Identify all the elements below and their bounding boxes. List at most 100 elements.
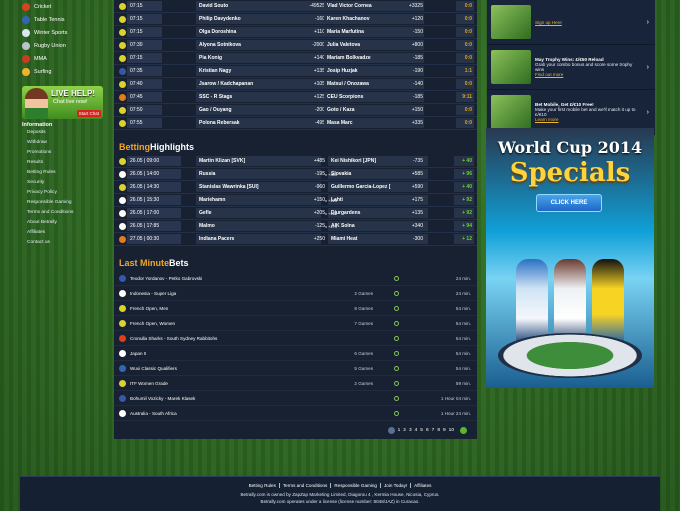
page-link[interactable]: 10 (449, 428, 454, 433)
table-row[interactable]: 07:35 Kristian Nagy +135 Josip Huzjak -190 1:… (114, 65, 477, 78)
event-name[interactable]: Teodor Yordanov - Petko Gabrovski (130, 276, 202, 281)
page-link[interactable]: 7 (432, 428, 435, 433)
footer-link[interactable]: Betting Rules (245, 483, 280, 488)
promo-card[interactable]: May Trophy Wins: £/€50 Reload Grab your c… (487, 45, 655, 90)
info-link[interactable]: Deposits (22, 128, 106, 138)
event-name[interactable]: Japan II (130, 351, 146, 356)
event-away-odd[interactable]: -185 (405, 55, 423, 61)
draw-odd[interactable]: x +300 (325, 172, 337, 177)
table-row[interactable]: 26.05 | 14:00 Russia -195 Slovakia +585 + 96 x… (114, 168, 477, 181)
draw-odd[interactable]: x +225 (325, 198, 337, 203)
highlight-home-odd[interactable]: -125 (307, 223, 325, 229)
table-row[interactable]: 07:15 Philip Davydenko -160 Karen Khachanov… (114, 13, 477, 26)
info-link[interactable]: Responsible Gaming (22, 198, 106, 208)
table-row[interactable]: 07:40 Jsarow / Kadchapanan +105 Matsui / On… (114, 78, 477, 91)
sport-item[interactable]: MMA (22, 52, 106, 65)
highlight-more[interactable]: + 12 (454, 234, 474, 244)
event-home-odd[interactable]: -2000 (307, 42, 325, 48)
page-link[interactable]: 4 (415, 428, 418, 433)
list-item[interactable]: French Open, Women 7 Games 54 min. (114, 316, 477, 331)
promo-card[interactable]: Sign up Here › (487, 0, 655, 45)
highlight-home[interactable]: Martin Klizan [SVK] (196, 156, 321, 166)
info-link[interactable]: Withdraw (22, 138, 106, 148)
list-item[interactable]: ITF Women Grade 2 Games 59 min. (114, 376, 477, 391)
page-link[interactable]: 2 (403, 428, 406, 433)
event-name[interactable]: French Open, Men (130, 306, 168, 311)
highlight-more[interactable]: + 96 (454, 169, 474, 179)
prev-page-icon[interactable] (387, 426, 395, 434)
table-row[interactable]: 07:15 Olga Doroshina +110 Maria Marfutina -1… (114, 26, 477, 39)
draw-odd[interactable]: x +225 (325, 211, 337, 216)
highlight-away-odd[interactable]: +135 (405, 210, 423, 216)
table-row[interactable]: 07:15 David Souto -49525 Vlad Victor Cornea… (114, 0, 477, 13)
chevron-right-icon[interactable]: › (647, 64, 649, 71)
sport-item[interactable]: Table Tennis (22, 13, 106, 26)
event-away-odd[interactable]: +120 (405, 16, 423, 22)
table-row[interactable]: 07:30 Alyona Sotnikova -2000 Julia Valetova… (114, 39, 477, 52)
table-row[interactable]: 07:15 Pia Konig +140 Mariam Bolkvadze -185 0:… (114, 52, 477, 65)
event-home-odd[interactable]: -49525 (307, 3, 325, 9)
highlight-home-odd[interactable]: +150 (307, 197, 325, 203)
list-item[interactable]: Australia - South Africa 1 Hour 24 min. (114, 406, 477, 421)
list-item[interactable]: Teodor Yordanov - Petko Gabrovski 24 min. (114, 271, 477, 286)
table-row[interactable]: 26.05 | 09:00 Martin Klizan [SVK] +485 Kei … (114, 155, 477, 168)
live-help-banner[interactable]: LIVE HELP! Chat live now! Start Chat (22, 86, 103, 119)
event-away-odd[interactable]: -140 (405, 81, 423, 87)
footer-link[interactable]: Responsible Gaming (331, 483, 381, 488)
highlight-more[interactable]: + 92 (454, 208, 474, 218)
highlight-more[interactable]: + 92 (454, 195, 474, 205)
world-cup-banner[interactable]: World Cup 2014 Specials CLICK HERE (486, 128, 654, 388)
sport-item[interactable]: Winter Sports (22, 26, 106, 39)
event-away-odd[interactable]: -150 (405, 29, 423, 35)
highlight-more[interactable]: + 40 (454, 156, 474, 166)
highlight-home-odd[interactable]: -195 (307, 171, 325, 177)
highlight-away-odd[interactable]: -735 (405, 158, 423, 164)
page-link[interactable]: 1 (398, 428, 401, 433)
event-home-odd[interactable]: -160 (307, 16, 325, 22)
highlight-more[interactable]: + 94 (454, 221, 474, 231)
event-away-odd[interactable]: -190 (405, 68, 423, 74)
click-here-button[interactable]: CLICK HERE (536, 194, 602, 212)
next-page-icon[interactable] (460, 426, 467, 434)
highlight-home[interactable]: Gefle (196, 208, 321, 218)
highlight-home[interactable]: Russia (196, 169, 321, 179)
table-row[interactable]: 26.05 | 14:30 Stanislas Wawrinka [SUI] -96… (114, 181, 477, 194)
event-name[interactable]: Australia - South Africa (130, 411, 177, 416)
table-row[interactable]: 07:55 Polona Rebersak -495 Masa Marc +335 0:0 (114, 117, 477, 130)
page-link[interactable]: 5 (420, 428, 423, 433)
event-name[interactable]: Indonesia - Super Liga (130, 291, 176, 296)
list-item[interactable]: Bohumil Vozicky - Marek Klasek 1 Hour 04 … (114, 391, 477, 406)
list-item[interactable]: French Open, Men 8 Games 54 min. (114, 301, 477, 316)
list-item[interactable]: Indonesia - Super Liga 2 Games 24 min. (114, 286, 477, 301)
highlight-home[interactable]: Stanislas Wawrinka [SUI] (196, 182, 321, 192)
table-row[interactable]: 26.05 | 17:85 Malmo -125 AIK Solna +340 + 94 x… (114, 220, 477, 233)
promo-link[interactable]: Learn more (535, 117, 640, 122)
info-link[interactable]: Betting Rules (22, 168, 106, 178)
highlight-away-odd[interactable]: +175 (405, 197, 423, 203)
event-home-odd[interactable]: +105 (307, 81, 325, 87)
highlight-home-odd[interactable]: +250 (307, 236, 325, 242)
event-away-odd[interactable]: +335 (405, 120, 423, 126)
event-away-odd[interactable]: +800 (405, 42, 423, 48)
promo-link[interactable]: Sign up Here (535, 20, 640, 25)
promo-link[interactable]: Find out more (535, 72, 640, 77)
page-link[interactable]: 8 (437, 428, 440, 433)
info-link[interactable]: Terms and Conditions (22, 208, 106, 218)
info-link[interactable]: About Betrally (22, 218, 106, 228)
page-link[interactable]: 9 (443, 428, 446, 433)
table-row[interactable]: 07:50 Gao / Ouyang -200 Goto / Kaza +150 0:0 (114, 104, 477, 117)
event-away-odd[interactable]: +3325 (405, 3, 423, 9)
list-item[interactable]: Cronulla Sharks - South Sydney Rabbitohs… (114, 331, 477, 346)
chevron-right-icon[interactable]: › (647, 109, 649, 116)
sport-item[interactable]: Surfing (22, 65, 106, 78)
page-link[interactable]: 6 (426, 428, 429, 433)
sport-item[interactable]: Rugby Union (22, 39, 106, 52)
table-row[interactable]: 26.05 | 15:30 Mariehamn +150 Lahti +175 + 92 x… (114, 194, 477, 207)
page-link[interactable]: 3 (409, 428, 412, 433)
highlight-away-odd[interactable]: +590 (405, 184, 423, 190)
event-name[interactable]: French Open, Women (130, 321, 175, 326)
event-home-odd[interactable]: +140 (307, 55, 325, 61)
list-item[interactable]: Wuxi Classic Qualifiers 5 Games 54 min. (114, 361, 477, 376)
list-item[interactable]: Japan II 6 Games 54 min. (114, 346, 477, 361)
event-away-odd[interactable]: +150 (405, 107, 423, 113)
